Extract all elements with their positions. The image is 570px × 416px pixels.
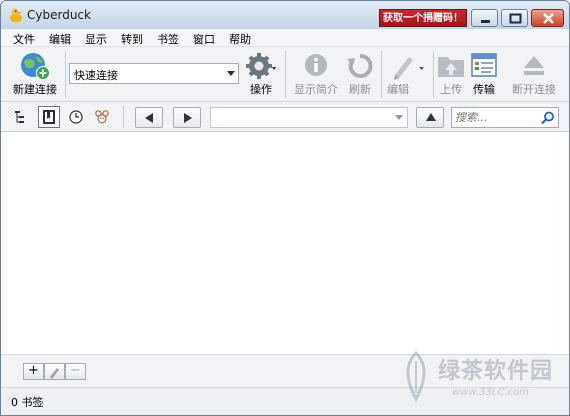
transfers-window-icon: [471, 53, 497, 77]
chevron-down-icon: [395, 115, 403, 120]
minimize-icon: [481, 20, 490, 23]
upload-folder-icon: [438, 57, 464, 77]
edit-bookmark-button[interactable]: [44, 363, 65, 380]
toolbar-separator: [285, 51, 286, 98]
get-info-button[interactable]: 显示简介: [290, 47, 342, 102]
globe-add-icon: [21, 53, 50, 80]
leaf-logo-icon: [406, 350, 426, 403]
close-icon: [543, 13, 554, 24]
bookmark-book-icon: [43, 110, 55, 124]
edit-label: 编辑: [387, 83, 409, 96]
eject-icon: [524, 56, 544, 75]
add-bookmark-button[interactable]: +: [23, 363, 44, 380]
edit-button[interactable]: 编辑: [385, 47, 429, 102]
main-toolbar: 新建连接 快速连接 操作 显示简介 刷新 编辑 上传 传输 断开连接: [1, 47, 569, 102]
pencil-icon: [394, 57, 424, 80]
title-bar[interactable]: Cyberduck 获取一个捐赠码！: [1, 1, 569, 29]
menu-file[interactable]: 文件: [13, 31, 35, 47]
bonjour-icon[interactable]: [94, 109, 110, 125]
maximize-icon: [509, 13, 522, 24]
refresh-button[interactable]: 刷新: [344, 47, 376, 102]
toolbar-separator: [65, 51, 66, 98]
watermark-url: www.33LC.com: [452, 387, 529, 398]
toolbar-separator: [381, 51, 382, 98]
window-title: Cyberduck: [27, 8, 91, 22]
navbar-separator: [123, 106, 124, 128]
disconnect-button[interactable]: 断开连接: [507, 47, 561, 102]
search-icon: [541, 111, 554, 125]
menu-view[interactable]: 显示: [85, 31, 107, 47]
pencil-icon: [49, 368, 59, 379]
back-button[interactable]: [135, 107, 163, 128]
new-connection-label: 新建连接: [13, 83, 57, 96]
forward-button[interactable]: [173, 107, 201, 128]
minimize-button[interactable]: [471, 9, 498, 27]
arrow-right-icon: [184, 113, 192, 123]
refresh-label: 刷新: [349, 83, 371, 96]
arrow-up-icon: [426, 113, 436, 121]
bookmarks-view-toggle[interactable]: [38, 106, 60, 128]
remove-bookmark-button[interactable]: −: [65, 363, 86, 380]
transfers-label: 传输: [473, 83, 495, 96]
parent-directory-button[interactable]: [416, 107, 444, 128]
cyberduck-logo-icon: [10, 8, 22, 23]
donate-button[interactable]: 获取一个捐赠码！: [379, 9, 467, 27]
upload-button[interactable]: 上传: [434, 47, 468, 102]
watermark: 绿茶软件园 www.33LC.com: [394, 347, 569, 413]
menu-bookmarks[interactable]: 书签: [157, 31, 179, 47]
maximize-button[interactable]: [501, 9, 528, 27]
upload-label: 上传: [440, 83, 462, 96]
new-connection-button[interactable]: 新建连接: [9, 47, 61, 102]
refresh-icon: [347, 54, 373, 78]
quick-connect-combo[interactable]: 快速连接: [69, 63, 239, 84]
app-window: Cyberduck 获取一个捐赠码！ 文件 编辑 显示 转到 书签 窗口 帮助: [0, 0, 570, 416]
menu-help[interactable]: 帮助: [229, 31, 251, 47]
outline-view-icon[interactable]: [14, 109, 30, 125]
bookmark-list[interactable]: [1, 132, 569, 354]
gear-icon: [246, 53, 276, 79]
navigation-bar: [1, 102, 569, 132]
close-button[interactable]: [531, 9, 564, 27]
history-clock-icon[interactable]: [68, 109, 84, 125]
menu-window[interactable]: 窗口: [193, 31, 215, 47]
path-combo[interactable]: [210, 107, 408, 128]
menu-go[interactable]: 转到: [121, 31, 143, 47]
chevron-down-icon: [227, 71, 235, 76]
menu-bar: 文件 编辑 显示 转到 书签 窗口 帮助: [1, 29, 569, 47]
menu-edit[interactable]: 编辑: [49, 31, 71, 47]
arrow-left-icon: [145, 113, 153, 123]
quick-connect-value: 快速连接: [74, 69, 118, 82]
search-field[interactable]: [451, 107, 559, 128]
action-label: 操作: [250, 83, 272, 96]
action-button[interactable]: 操作: [241, 47, 281, 102]
bookmark-count: 0 书签: [11, 396, 44, 409]
search-input[interactable]: [455, 110, 539, 125]
disconnect-label: 断开连接: [512, 83, 556, 96]
get-info-label: 显示简介: [294, 83, 338, 96]
transfers-button[interactable]: 传输: [468, 47, 500, 102]
watermark-title: 绿茶软件园: [438, 359, 554, 384]
info-icon: [305, 54, 327, 76]
